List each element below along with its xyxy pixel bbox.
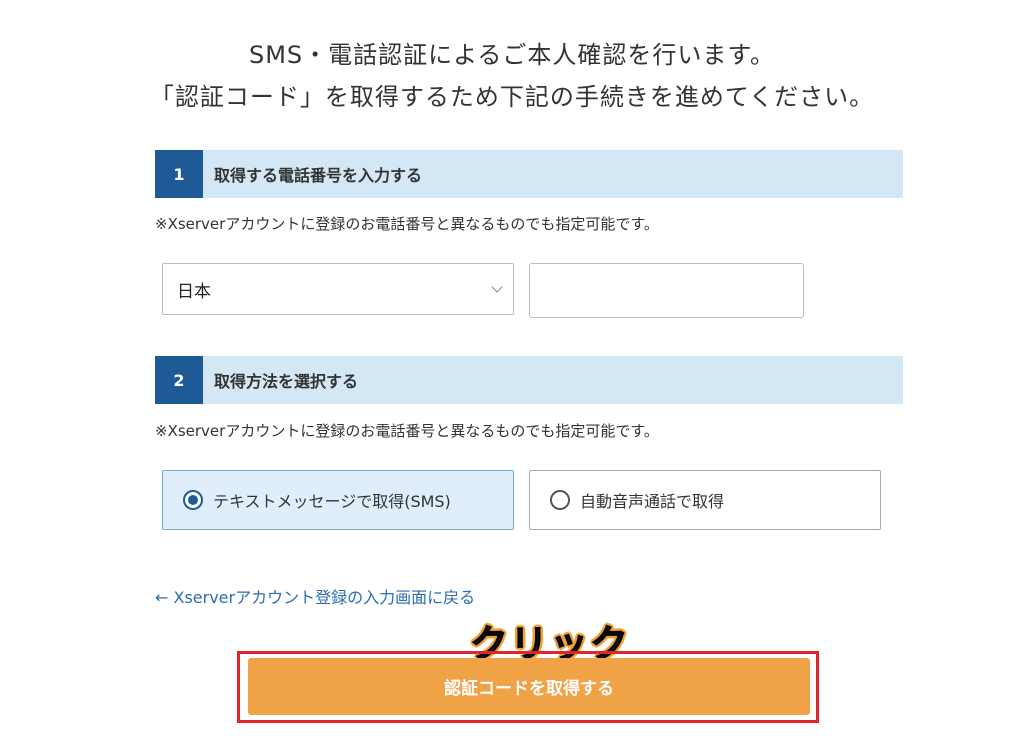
method-option-sms-label: テキストメッセージで取得(SMS)	[213, 492, 451, 511]
step-1-title: 取得する電話番号を入力する	[214, 166, 423, 185]
get-auth-code-button[interactable]: 認証コードを取得する	[248, 658, 810, 715]
step-1-number: 1	[155, 150, 203, 198]
country-select-value: 日本	[177, 281, 211, 302]
step-2-title: 取得方法を選択する	[214, 372, 359, 391]
intro-line-2: 「認証コード」を取得するため下記の手続きを進めてください。	[149, 83, 875, 111]
step-1-header: 1 取得する電話番号を入力する	[155, 150, 903, 198]
step-2-number: 2	[155, 356, 203, 404]
phone-number-input[interactable]	[529, 263, 804, 318]
step-2-header: 2 取得方法を選択する	[155, 356, 903, 404]
radio-unchecked-icon[interactable]	[550, 490, 570, 510]
radio-checked-icon[interactable]	[183, 490, 203, 510]
method-option-voice[interactable]: 自動音声通話で取得	[529, 470, 881, 530]
step-1-note: ※Xserverアカウントに登録のお電話番号と異なるものでも指定可能です。	[155, 215, 659, 233]
method-option-sms[interactable]: テキストメッセージで取得(SMS)	[162, 470, 514, 530]
method-option-voice-label: 自動音声通話で取得	[580, 492, 725, 511]
back-to-registration-link[interactable]: ← Xserverアカウント登録の入力画面に戻る	[155, 584, 475, 608]
chevron-down-icon	[491, 281, 503, 293]
country-select[interactable]: 日本	[162, 263, 514, 315]
intro-line-1: SMS・電話認証によるご本人確認を行います。	[248, 41, 776, 69]
intro-text: SMS・電話認証によるご本人確認を行います。 「認証コード」を取得するため下記の…	[0, 34, 1024, 118]
step-2-note: ※Xserverアカウントに登録のお電話番号と異なるものでも指定可能です。	[155, 422, 659, 440]
